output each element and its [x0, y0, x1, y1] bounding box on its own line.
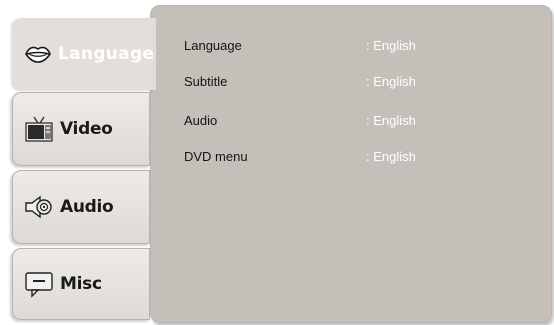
speaker-icon: [24, 193, 54, 221]
setting-value[interactable]: : English: [366, 113, 486, 129]
setting-value[interactable]: : English: [366, 74, 486, 90]
tab-audio[interactable]: Audio: [12, 170, 150, 244]
tab-language[interactable]: Language: [12, 18, 154, 90]
setting-label: Subtitle: [184, 74, 228, 89]
lips-icon: [24, 44, 52, 64]
tab-label: Language: [58, 44, 155, 64]
setting-value[interactable]: : English: [366, 149, 486, 165]
setting-label: Language: [184, 38, 242, 53]
setting-label: Audio: [184, 113, 218, 128]
tv-icon: [24, 114, 54, 144]
chat-icon: [24, 270, 54, 298]
tab-misc[interactable]: Misc: [12, 248, 150, 320]
tab-label: Audio: [60, 197, 114, 217]
tab-video[interactable]: Video: [12, 92, 150, 166]
tab-label: Misc: [60, 274, 102, 294]
setting-value[interactable]: : English: [366, 38, 486, 54]
settings-panel: Language : English Subtitle : English Au…: [150, 5, 552, 323]
tab-label: Video: [60, 119, 113, 139]
setting-label: DVD menu: [184, 149, 248, 164]
